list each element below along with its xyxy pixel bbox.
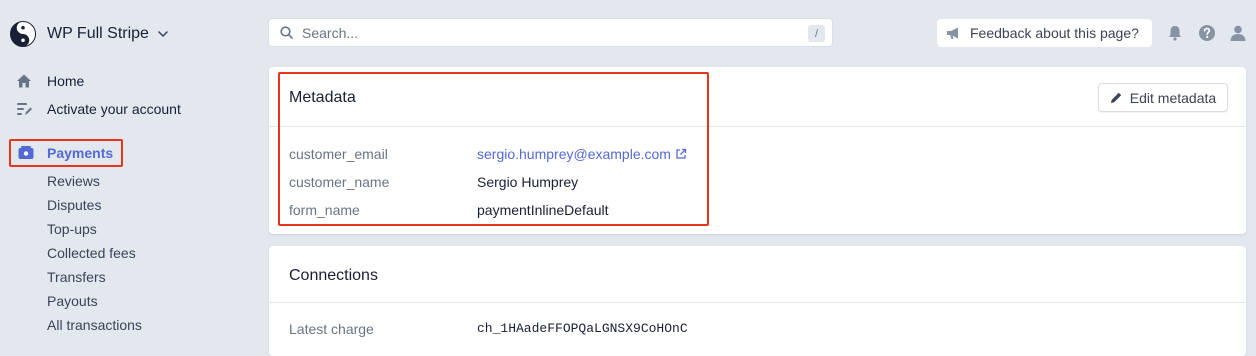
feedback-button[interactable]: Feedback about this page? [937,19,1152,47]
search-shortcut-hint: / [808,25,825,42]
sidebar-item-label: Payments [47,145,114,161]
sidebar-subitem-payouts[interactable]: Payouts [47,293,98,309]
edit-metadata-label: Edit metadata [1129,89,1217,106]
bell-icon[interactable] [1166,24,1184,42]
metadata-key: form_name [289,202,360,218]
connections-card: Connections Latest charge ch_1HAadeFFOPQ… [269,246,1246,356]
search-input[interactable] [300,23,784,42]
metadata-card: Metadata Edit metadata customer_email se… [269,67,1246,234]
metadata-title: Metadata [289,89,356,106]
chevron-down-icon [158,31,168,38]
megaphone-icon [947,27,958,39]
customer-email-link[interactable]: sergio.humprey@example.com [477,146,687,162]
connection-key: Latest charge [289,321,374,337]
latest-charge-link[interactable]: ch_1HAadeFFOPQaLGNSX9CoHOnC [477,321,688,336]
sidebar-subitem-disputes[interactable]: Disputes [47,197,101,213]
sidebar-subitem-all-transactions[interactable]: All transactions [47,317,142,333]
metadata-value: sergio.humprey@example.com [477,146,671,162]
pencil-icon [1110,92,1121,103]
search-icon [280,26,293,39]
divider [269,126,1246,127]
metadata-key: customer_email [289,146,388,162]
feedback-label: Feedback about this page? [970,25,1139,41]
search-bar[interactable]: / [268,18,833,47]
metadata-key: customer_name [289,174,390,190]
sidebar-item-label: Home [47,73,85,89]
account-name: WP Full Stripe [47,25,149,42]
sidebar-subitem-transfers[interactable]: Transfers [47,269,106,285]
home-icon [17,74,31,88]
sidebar-subitem-top-ups[interactable]: Top-ups [47,221,97,237]
user-icon[interactable] [1229,24,1247,42]
payments-icon [18,146,34,159]
sidebar-item-home[interactable]: Home [16,71,84,91]
sidebar-item-activate[interactable]: Activate your account [16,99,181,119]
external-link-icon [676,148,687,159]
yin-yang-logo [10,21,36,47]
sidebar-subitem-collected-fees[interactable]: Collected fees [47,245,136,261]
metadata-value: Sergio Humprey [477,174,579,190]
divider [269,302,1246,303]
connections-title: Connections [289,267,378,284]
account-switcher[interactable]: WP Full Stripe [10,20,169,48]
help-icon[interactable] [1198,24,1216,42]
activate-icon [17,103,32,115]
sidebar-item-label: Activate your account [47,101,181,117]
metadata-value: paymentInlineDefault [477,202,609,218]
sidebar-subitem-reviews[interactable]: Reviews [47,173,100,189]
edit-metadata-button[interactable]: Edit metadata [1098,83,1228,112]
sidebar-item-payments[interactable]: Payments [9,139,123,167]
